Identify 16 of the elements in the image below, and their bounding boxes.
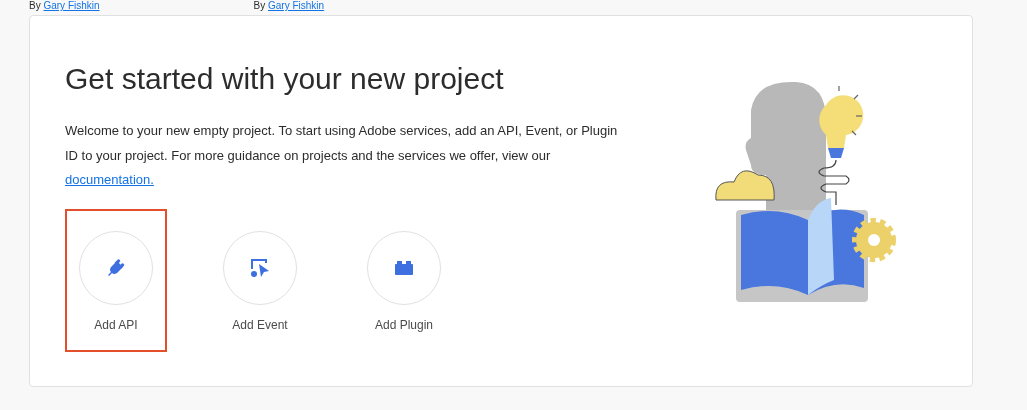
add-plugin-button[interactable]: Add Plugin [367, 230, 441, 350]
add-event-button[interactable]: Add Event [223, 230, 297, 350]
welcome-paragraph: Welcome to your new empty project. To start using Adobe services, add an API, Event, or Plugin ID to your project. For more guidance on projects and the services we offer, view our documentation. [65, 122, 619, 189]
byline-prefix: By [29, 0, 42, 11]
button-label: Add Plugin [374, 316, 433, 334]
card-title: Get started with your new project [65, 61, 505, 97]
screen-cursor-icon [249, 256, 271, 279]
building-block-icon [394, 259, 414, 276]
documentation-link[interactable]: documentation. [65, 172, 154, 187]
plug-icon [106, 257, 126, 278]
button-label: Add API [94, 316, 138, 334]
add-api-button[interactable]: Add API [79, 230, 153, 350]
author-link[interactable]: Gary Fishkin [43, 0, 100, 11]
author-link[interactable]: Gary Fishkin [268, 0, 325, 11]
button-label: Add Event [232, 316, 288, 334]
byline-prefix: By [253, 0, 267, 11]
